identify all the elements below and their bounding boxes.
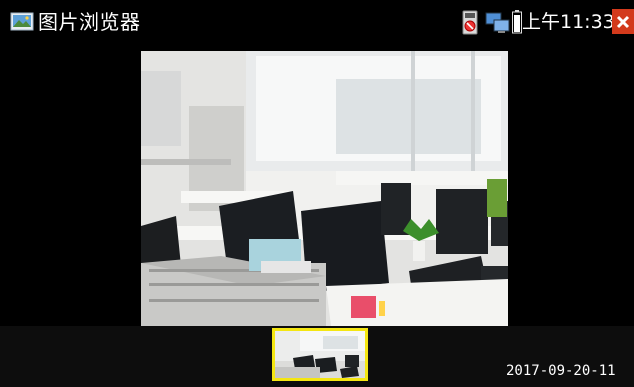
- filmstrip: 2017-09-20-11: [0, 326, 634, 387]
- picture-viewer-icon: [10, 12, 34, 31]
- network-icon[interactable]: [485, 12, 511, 34]
- office-photo: [141, 51, 508, 326]
- photo-date: 2017-09-20-11: [506, 363, 616, 379]
- close-icon: [616, 15, 630, 28]
- thumbnail-image: [275, 331, 365, 378]
- close-button[interactable]: [612, 9, 634, 34]
- app-title: 图片浏览器: [38, 10, 141, 34]
- title-bar: 图片浏览器 上午11:33: [0, 0, 634, 44]
- office-photo-thumbnail[interactable]: [272, 328, 368, 381]
- image-viewer[interactable]: [0, 44, 634, 326]
- battery-icon: [512, 10, 522, 34]
- clock: 上午11:33: [522, 11, 615, 33]
- storage-card-icon[interactable]: [462, 10, 478, 35]
